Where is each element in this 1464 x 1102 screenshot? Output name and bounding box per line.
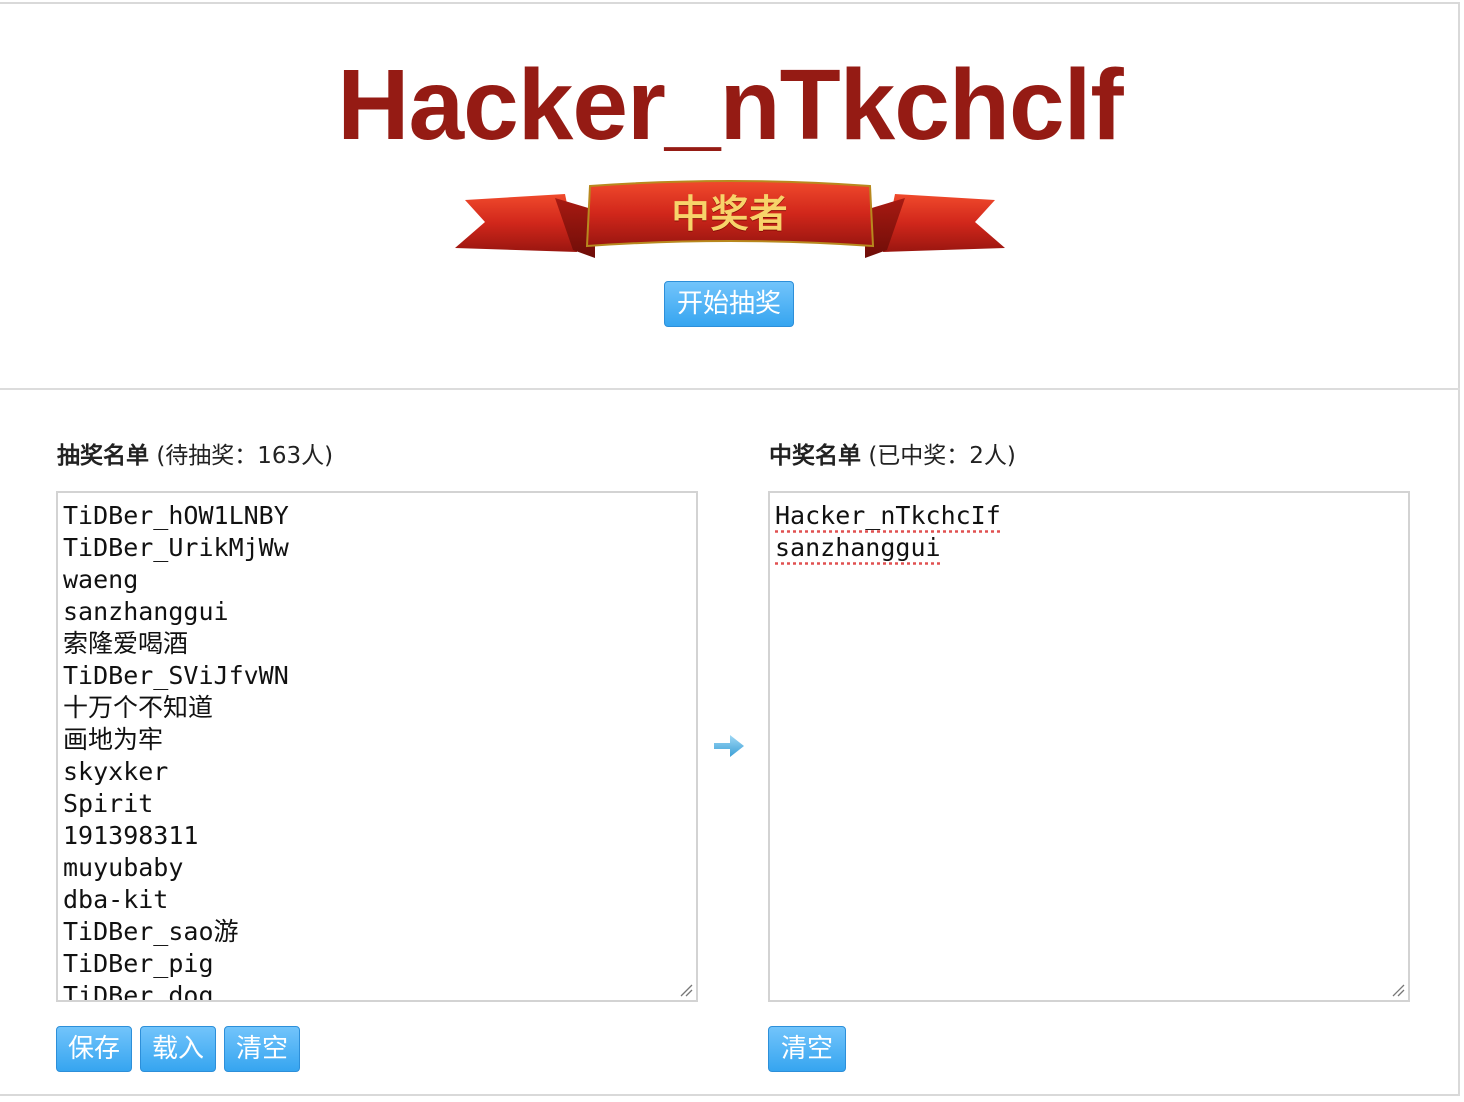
- list-item: muyubaby: [63, 853, 184, 882]
- start-draw-button[interactable]: 开始抽奖: [664, 281, 794, 327]
- list-item: TiDBer_pig: [63, 949, 214, 978]
- clear-pool-button[interactable]: 清空: [224, 1026, 300, 1072]
- list-item: TiDBer_hOW1LNBY: [63, 501, 289, 530]
- list-item: skyxker: [63, 757, 169, 786]
- list-item: 索隆爱喝酒: [63, 629, 189, 658]
- list-item: TiDBer_dog: [63, 981, 214, 1002]
- resize-grip-icon[interactable]: [1391, 983, 1405, 997]
- pool-list-heading: 抽奖名单: [57, 443, 149, 469]
- list-item: TiDBer_SViJfvWN: [63, 661, 289, 690]
- list-item: sanzhanggui: [63, 597, 229, 626]
- load-button[interactable]: 载入: [140, 1026, 216, 1072]
- list-item: Hacker_nTkchcIf: [775, 501, 1001, 530]
- winner-name: Hacker_nTkchclf: [337, 49, 1123, 161]
- winners-count: (已中奖：2人): [868, 443, 1016, 469]
- save-button[interactable]: 保存: [56, 1026, 132, 1072]
- resize-grip-icon[interactable]: [679, 983, 693, 997]
- list-item: TiDBer_sao游: [63, 917, 239, 946]
- clear-winners-button[interactable]: 清空: [768, 1026, 846, 1072]
- list-item: sanzhanggui: [775, 533, 941, 562]
- list-item: TiDBer_UrikMjWw: [63, 533, 289, 562]
- arrow-right-icon: [714, 735, 744, 757]
- winners-list-textarea[interactable]: Hacker_nTkchcIf sanzhanggui: [768, 491, 1410, 1002]
- list-item: waeng: [63, 565, 139, 594]
- list-item: 191398311: [63, 821, 199, 850]
- pool-list-textarea[interactable]: TiDBer_hOW1LNBY TiDBer_UrikMjWw waeng sa…: [56, 491, 698, 1002]
- winners-list-heading: 中奖名单: [769, 443, 861, 469]
- pool-list-title: 抽奖名单 (待抽奖：163人): [57, 436, 333, 470]
- section-divider: [0, 388, 1460, 390]
- banner-label: 中奖者: [671, 191, 789, 236]
- list-item: Spirit: [63, 789, 154, 818]
- list-item: dba-kit: [63, 885, 169, 914]
- list-item: 画地为牢: [63, 725, 164, 754]
- pool-count: (待抽奖：163人): [156, 443, 334, 469]
- list-item: 十万个不知道: [63, 693, 214, 722]
- winners-list-title: 中奖名单 (已中奖：2人): [769, 436, 1016, 470]
